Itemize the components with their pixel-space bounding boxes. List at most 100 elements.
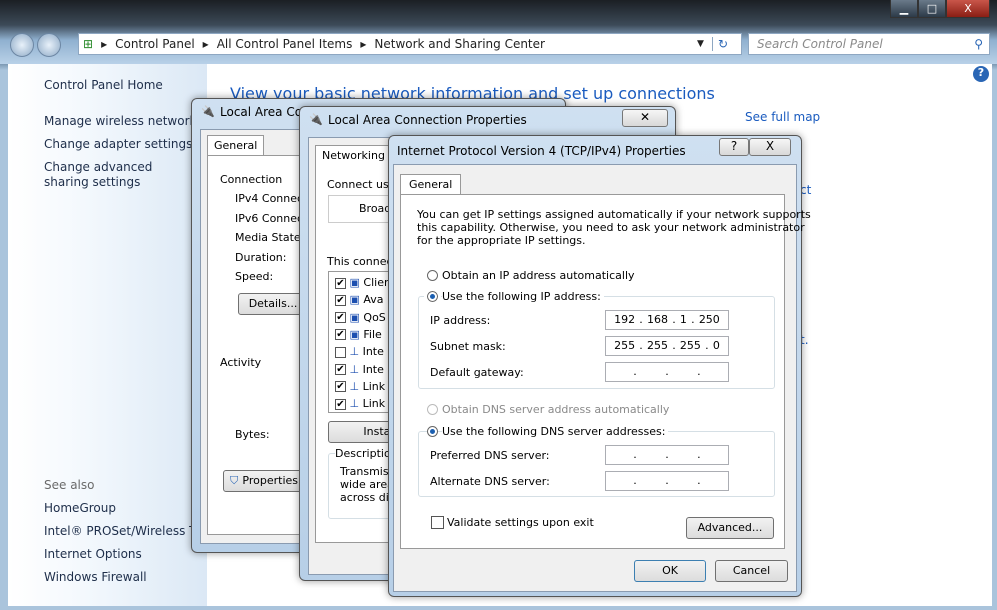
component-item[interactable]: ✔ ⊥ Link xyxy=(335,380,385,396)
component-checkbox[interactable]: ✔ xyxy=(335,398,346,410)
sidebar-item[interactable]: Change advanced sharing settings xyxy=(44,160,194,190)
obtain-dns-label: Obtain DNS server address automatically xyxy=(442,403,670,416)
preferred-dns-field[interactable]: ... xyxy=(605,445,729,465)
component-checkbox[interactable]: ✔ xyxy=(335,312,346,324)
details-button[interactable]: Details... xyxy=(238,293,308,315)
chevron-right-icon: ▸ xyxy=(360,37,367,51)
component-icon: ▣ xyxy=(349,293,360,307)
component-checkbox[interactable]: ✔ xyxy=(335,364,346,375)
help-icon[interactable]: ? xyxy=(973,66,989,82)
obtain-ip-radio[interactable] xyxy=(427,270,438,281)
tab-general[interactable]: General xyxy=(207,135,265,155)
component-checkbox[interactable]: ✔ xyxy=(335,277,346,289)
advanced-button[interactable]: Advanced... xyxy=(686,517,774,539)
component-checkbox[interactable] xyxy=(335,346,346,358)
validate-checkbox[interactable] xyxy=(431,516,444,529)
dropdown-icon[interactable]: ▼ xyxy=(697,39,704,49)
intro-text: this capability. Otherwise, you need to … xyxy=(417,221,805,234)
bytes-label: Bytes: xyxy=(235,428,270,441)
alternate-dns-label: Alternate DNS server: xyxy=(430,475,550,488)
sidebar-home[interactable]: Control Panel Home xyxy=(44,78,163,92)
component-label: Link xyxy=(362,397,386,411)
component-label: Ava xyxy=(363,293,384,307)
cancel-button[interactable]: Cancel xyxy=(715,560,788,582)
component-item[interactable]: ✔ ▣ File xyxy=(335,328,382,344)
preferred-dns-label: Preferred DNS server: xyxy=(430,449,550,462)
use-ip-label: Use the following IP address: xyxy=(442,290,604,303)
see-also-link[interactable]: Internet Options xyxy=(44,547,142,561)
see-also-link[interactable]: HomeGroup xyxy=(44,501,116,515)
validate-label: Validate settings upon exit xyxy=(447,516,594,529)
minimize-button[interactable]: ▁ xyxy=(890,0,918,18)
gateway-field[interactable]: ... xyxy=(605,362,729,382)
see-full-map-link[interactable]: See full map xyxy=(745,110,820,124)
component-checkbox[interactable]: ✔ xyxy=(335,329,346,341)
forward-button[interactable] xyxy=(37,33,61,57)
component-item[interactable]: ⊥ Inte xyxy=(335,345,384,361)
items-label: This connect xyxy=(327,255,397,268)
ok-button[interactable]: OK xyxy=(634,560,706,582)
dialog-title: Local Area Connection Properties xyxy=(328,113,527,127)
alternate-dns-field[interactable]: ... xyxy=(605,471,729,491)
close-button[interactable]: X xyxy=(749,138,791,156)
search-icon[interactable]: ⚲ xyxy=(974,37,983,51)
description-text: wide area xyxy=(340,478,394,491)
refresh-icon[interactable]: ↻ xyxy=(711,37,733,51)
section-label: Connection xyxy=(220,173,283,186)
use-dns-radio[interactable] xyxy=(427,426,438,437)
chevron-right-icon: ▸ xyxy=(202,37,209,51)
sidebar-item[interactable]: Manage wireless networks xyxy=(44,114,203,128)
use-dns-label: Use the following DNS server addresses: xyxy=(442,425,669,438)
component-label: Inte xyxy=(362,362,384,376)
component-label: QoS xyxy=(363,310,386,324)
breadcrumb[interactable]: Control Panel xyxy=(115,37,195,51)
see-also-label: See also xyxy=(44,478,95,492)
obtain-dns-radio[interactable] xyxy=(427,404,438,415)
component-checkbox[interactable]: ✔ xyxy=(335,294,346,306)
intro-text: You can get IP settings assigned automat… xyxy=(417,208,811,221)
subnet-mask-field[interactable]: 255. 255. 255. 0 xyxy=(605,336,729,356)
component-item[interactable]: ✔ ▣ Ava xyxy=(335,293,384,309)
ip-address-field[interactable]: 192. 168. 1. 250 xyxy=(605,310,729,330)
component-label: File xyxy=(363,327,382,341)
component-icon: ▣ xyxy=(349,327,360,341)
component-item[interactable]: ✔ ⊥ Inte xyxy=(335,363,384,379)
see-also-link[interactable]: Windows Firewall xyxy=(44,570,147,584)
component-checkbox[interactable]: ✔ xyxy=(335,381,346,393)
help-button[interactable]: ? xyxy=(719,138,749,156)
close-button[interactable]: ✕ xyxy=(622,109,668,127)
row-label: Duration: xyxy=(235,251,287,264)
breadcrumb[interactable]: All Control Panel Items xyxy=(217,37,353,51)
close-button[interactable]: X xyxy=(946,0,990,18)
use-ip-radio[interactable] xyxy=(424,288,441,305)
component-icon: ⊥ xyxy=(349,345,360,359)
component-icon: ▣ xyxy=(349,310,360,324)
component-icon: ⊥ xyxy=(349,397,360,411)
component-item[interactable]: ✔ ⊥ Link xyxy=(335,397,385,413)
component-label: Link xyxy=(362,379,386,393)
gateway-label: Default gateway: xyxy=(430,366,524,379)
tab-general[interactable]: General xyxy=(400,174,462,194)
sidebar-item[interactable]: Change adapter settings xyxy=(44,137,192,151)
component-item[interactable]: ✔ ▣ Clier xyxy=(335,276,389,292)
breadcrumb[interactable]: Network and Sharing Center xyxy=(374,37,545,51)
back-button[interactable] xyxy=(10,33,34,57)
maximize-button[interactable]: □ xyxy=(918,0,946,18)
component-label: Inte xyxy=(362,345,384,359)
tab-networking[interactable]: Networking xyxy=(315,145,392,165)
component-icon: ▣ xyxy=(349,276,360,289)
dialog-title: Internet Protocol Version 4 (TCP/IPv4) P… xyxy=(397,144,686,158)
component-icon: ⊥ xyxy=(349,379,360,393)
address-bar[interactable]: ⊞ ▸ Control Panel ▸ All Control Panel Item… xyxy=(78,33,742,55)
obtain-ip-label: Obtain an IP address automatically xyxy=(442,269,635,282)
properties-button[interactable]: ⛉ Properties xyxy=(223,470,303,492)
ipv4-dialog: Internet Protocol Version 4 (TCP/IPv4) P… xyxy=(388,135,811,597)
row-label: Speed: xyxy=(235,270,274,283)
shield-icon: ⛉ xyxy=(230,474,239,487)
component-item[interactable]: ✔ ▣ QoS xyxy=(335,311,386,327)
search-input[interactable]: Search Control Panel ⚲ xyxy=(748,33,990,55)
network-icon: ⊞ xyxy=(83,37,94,51)
sidebar: Control Panel Home Manage wireless netwo… xyxy=(8,64,219,606)
subnet-label: Subnet mask: xyxy=(430,340,506,353)
row-label: IPv6 Connect xyxy=(235,212,308,225)
